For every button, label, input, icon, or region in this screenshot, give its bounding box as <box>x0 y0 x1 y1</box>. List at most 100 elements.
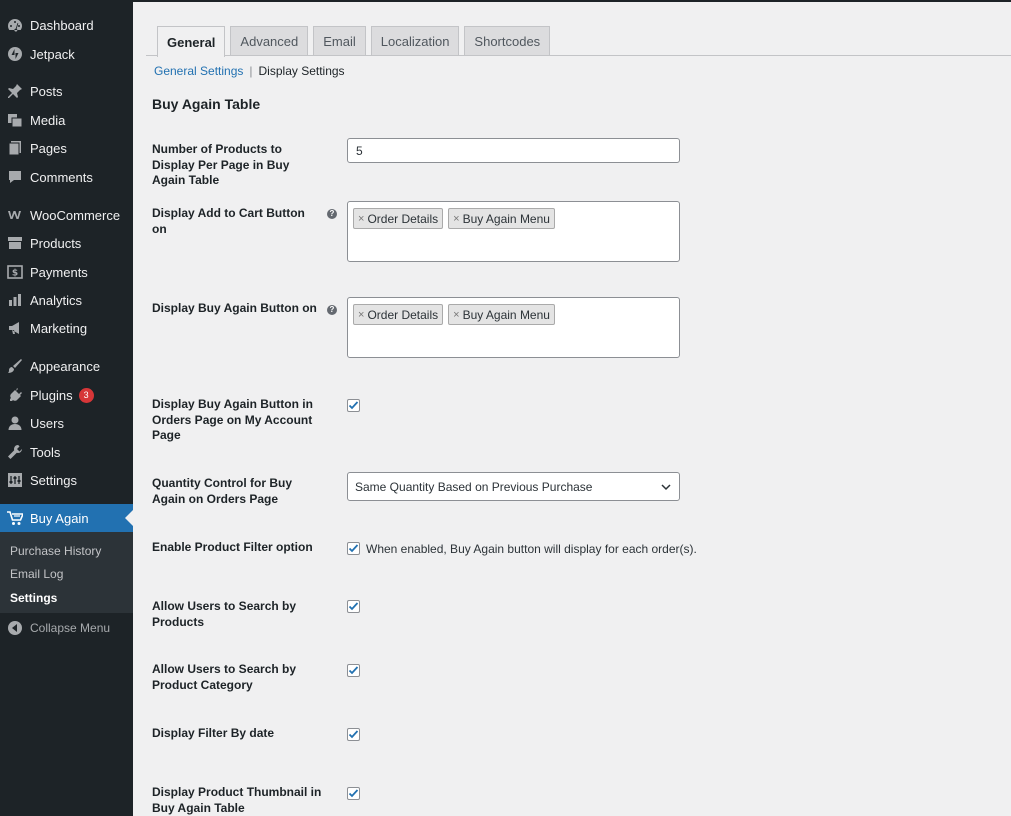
payments-icon: $ <box>7 264 23 280</box>
products-per-page-input[interactable]: 5 <box>347 138 680 163</box>
product-thumbnail-checkbox[interactable] <box>347 787 360 800</box>
search-products-checkbox[interactable] <box>347 600 360 613</box>
sidebar-item-label: Buy Again <box>30 510 89 526</box>
submenu-item-purchase-history[interactable]: Purchase History <box>10 544 101 558</box>
sidebar-item-payments[interactable]: $ Payments <box>0 258 133 286</box>
admin-bar-edge <box>133 0 1011 2</box>
sidebar-item-tools[interactable]: Tools <box>0 438 133 466</box>
bar-chart-icon <box>7 292 23 308</box>
sidebar-item-label: Products <box>30 235 82 251</box>
archive-icon <box>7 235 23 251</box>
display-settings-current[interactable]: Display Settings <box>259 64 345 78</box>
sidebar-item-appearance[interactable]: Appearance <box>0 352 133 380</box>
chevron-down-icon <box>661 484 671 491</box>
buy-again-on-label: Display Buy Again Button on <box>152 301 317 315</box>
woocommerce-icon <box>7 207 23 223</box>
chip-order-details: × Order Details <box>353 304 444 325</box>
filter-date-checkbox[interactable] <box>347 728 360 741</box>
collapse-menu-label: Collapse Menu <box>30 621 111 635</box>
sidebar-item-posts[interactable]: Posts <box>0 77 133 105</box>
sidebar-item-label: Payments <box>30 264 88 280</box>
update-count-badge: 3 <box>78 387 94 403</box>
comment-icon <box>7 169 23 185</box>
product-filter-checkbox[interactable] <box>347 542 360 555</box>
pages-icon <box>7 140 23 156</box>
sidebar-item-products[interactable]: Products <box>0 229 133 257</box>
settings-icon <box>7 472 23 488</box>
general-settings-link[interactable]: General Settings <box>154 64 243 78</box>
help-icon[interactable]: ? <box>327 305 337 315</box>
orders-page-button-label: Display Buy Again Button in Orders Page … <box>152 397 313 442</box>
submenu-item-email-log[interactable]: Email Log <box>10 567 63 581</box>
cart-icon <box>7 510 23 526</box>
remove-chip-icon[interactable]: × <box>453 309 459 321</box>
product-filter-description: When enabled, Buy Again button will disp… <box>366 542 697 556</box>
checkmark-icon <box>348 789 359 798</box>
plug-icon <box>7 387 23 403</box>
sidebar-item-label: Jetpack <box>30 46 75 62</box>
sidebar-item-label: Comments <box>30 169 93 185</box>
sidebar-item-label: Analytics <box>30 292 83 308</box>
chip-buy-again-menu: × Buy Again Menu <box>448 208 555 229</box>
search-products-label: Allow Users to Search by Products <box>152 599 297 629</box>
sidebar-item-marketing[interactable]: Marketing <box>0 314 133 342</box>
submenu-item-settings[interactable]: Settings <box>10 591 57 605</box>
sidebar-item-comments[interactable]: Comments <box>0 163 133 191</box>
sidebar-item-buy-again[interactable]: Buy Again <box>0 504 133 532</box>
sidebar-item-label: Appearance <box>30 358 101 374</box>
tab-shortcodes[interactable]: Shortcodes <box>464 26 551 56</box>
sidebar-item-analytics[interactable]: Analytics <box>0 286 133 314</box>
remove-chip-icon[interactable]: × <box>358 213 364 225</box>
svg-text:$: $ <box>12 269 18 279</box>
checkmark-icon <box>348 401 359 410</box>
pin-icon <box>7 83 23 99</box>
quantity-control-select[interactable]: Same Quantity Based on Previous Purchase <box>347 472 680 501</box>
collapse-menu-button[interactable]: Collapse Menu <box>0 618 133 638</box>
sidebar-item-users[interactable]: Users <box>0 409 133 437</box>
chip-label: Buy Again Menu <box>462 211 550 226</box>
product-filter-label: Enable Product Filter option <box>152 540 313 554</box>
sidebar-item-media[interactable]: Media <box>0 106 133 134</box>
checkmark-icon <box>348 602 359 611</box>
sidebar-item-label: Settings <box>30 472 77 488</box>
chip-order-details: × Order Details <box>353 208 444 229</box>
remove-chip-icon[interactable]: × <box>358 309 364 321</box>
checkmark-icon <box>348 666 359 675</box>
tab-divider <box>146 55 1011 56</box>
chip-label: Order Details <box>367 211 439 226</box>
tab-general[interactable]: General <box>157 26 226 57</box>
settings-tabs: General Advanced Email Localization Shor… <box>157 26 555 57</box>
tab-localization[interactable]: Localization <box>370 26 460 56</box>
wrench-icon <box>7 444 23 460</box>
sidebar-item-plugins[interactable]: Plugins 3 <box>0 381 133 409</box>
products-per-page-label: Number of Products to Display Per Page i… <box>152 142 290 187</box>
subnav-separator: | <box>249 64 253 78</box>
buy-again-submenu: Purchase History Email Log Settings <box>0 532 133 613</box>
help-icon[interactable]: ? <box>327 209 337 219</box>
user-icon <box>7 415 23 431</box>
sidebar-item-label: Posts <box>30 83 63 99</box>
chip-label: Order Details <box>367 307 439 322</box>
sidebar-item-woocommerce[interactable]: WooCommerce <box>0 201 133 229</box>
sidebar-item-settings[interactable]: Settings <box>0 466 133 494</box>
remove-chip-icon[interactable]: × <box>453 213 459 225</box>
sidebar-item-label: Plugins <box>30 387 73 403</box>
media-icon <box>7 112 23 128</box>
orders-page-button-checkbox[interactable] <box>347 399 360 412</box>
sidebar-item-dashboard[interactable]: Dashboard <box>0 11 133 39</box>
buy-again-on-multiselect[interactable]: × Order Details × Buy Again Menu <box>347 297 680 358</box>
search-category-checkbox[interactable] <box>347 664 360 677</box>
section-title: Buy Again Table <box>152 96 261 112</box>
sidebar-item-pages[interactable]: Pages <box>0 134 133 162</box>
tab-email[interactable]: Email <box>313 26 366 56</box>
quantity-control-value: Same Quantity Based on Previous Purchase <box>355 479 593 494</box>
sidebar-item-jetpack[interactable]: Jetpack <box>0 40 133 68</box>
admin-sidebar: Dashboard Jetpack Posts Media Pages Comm… <box>0 0 133 816</box>
checkmark-icon <box>348 730 359 739</box>
sidebar-item-label: Users <box>30 415 64 431</box>
add-to-cart-on-multiselect[interactable]: × Order Details × Buy Again Menu <box>347 201 680 262</box>
tab-advanced[interactable]: Advanced <box>230 26 309 56</box>
chip-buy-again-menu: × Buy Again Menu <box>448 304 555 325</box>
subsection-nav: General Settings | Display Settings <box>154 64 345 78</box>
checkmark-icon <box>348 544 359 553</box>
